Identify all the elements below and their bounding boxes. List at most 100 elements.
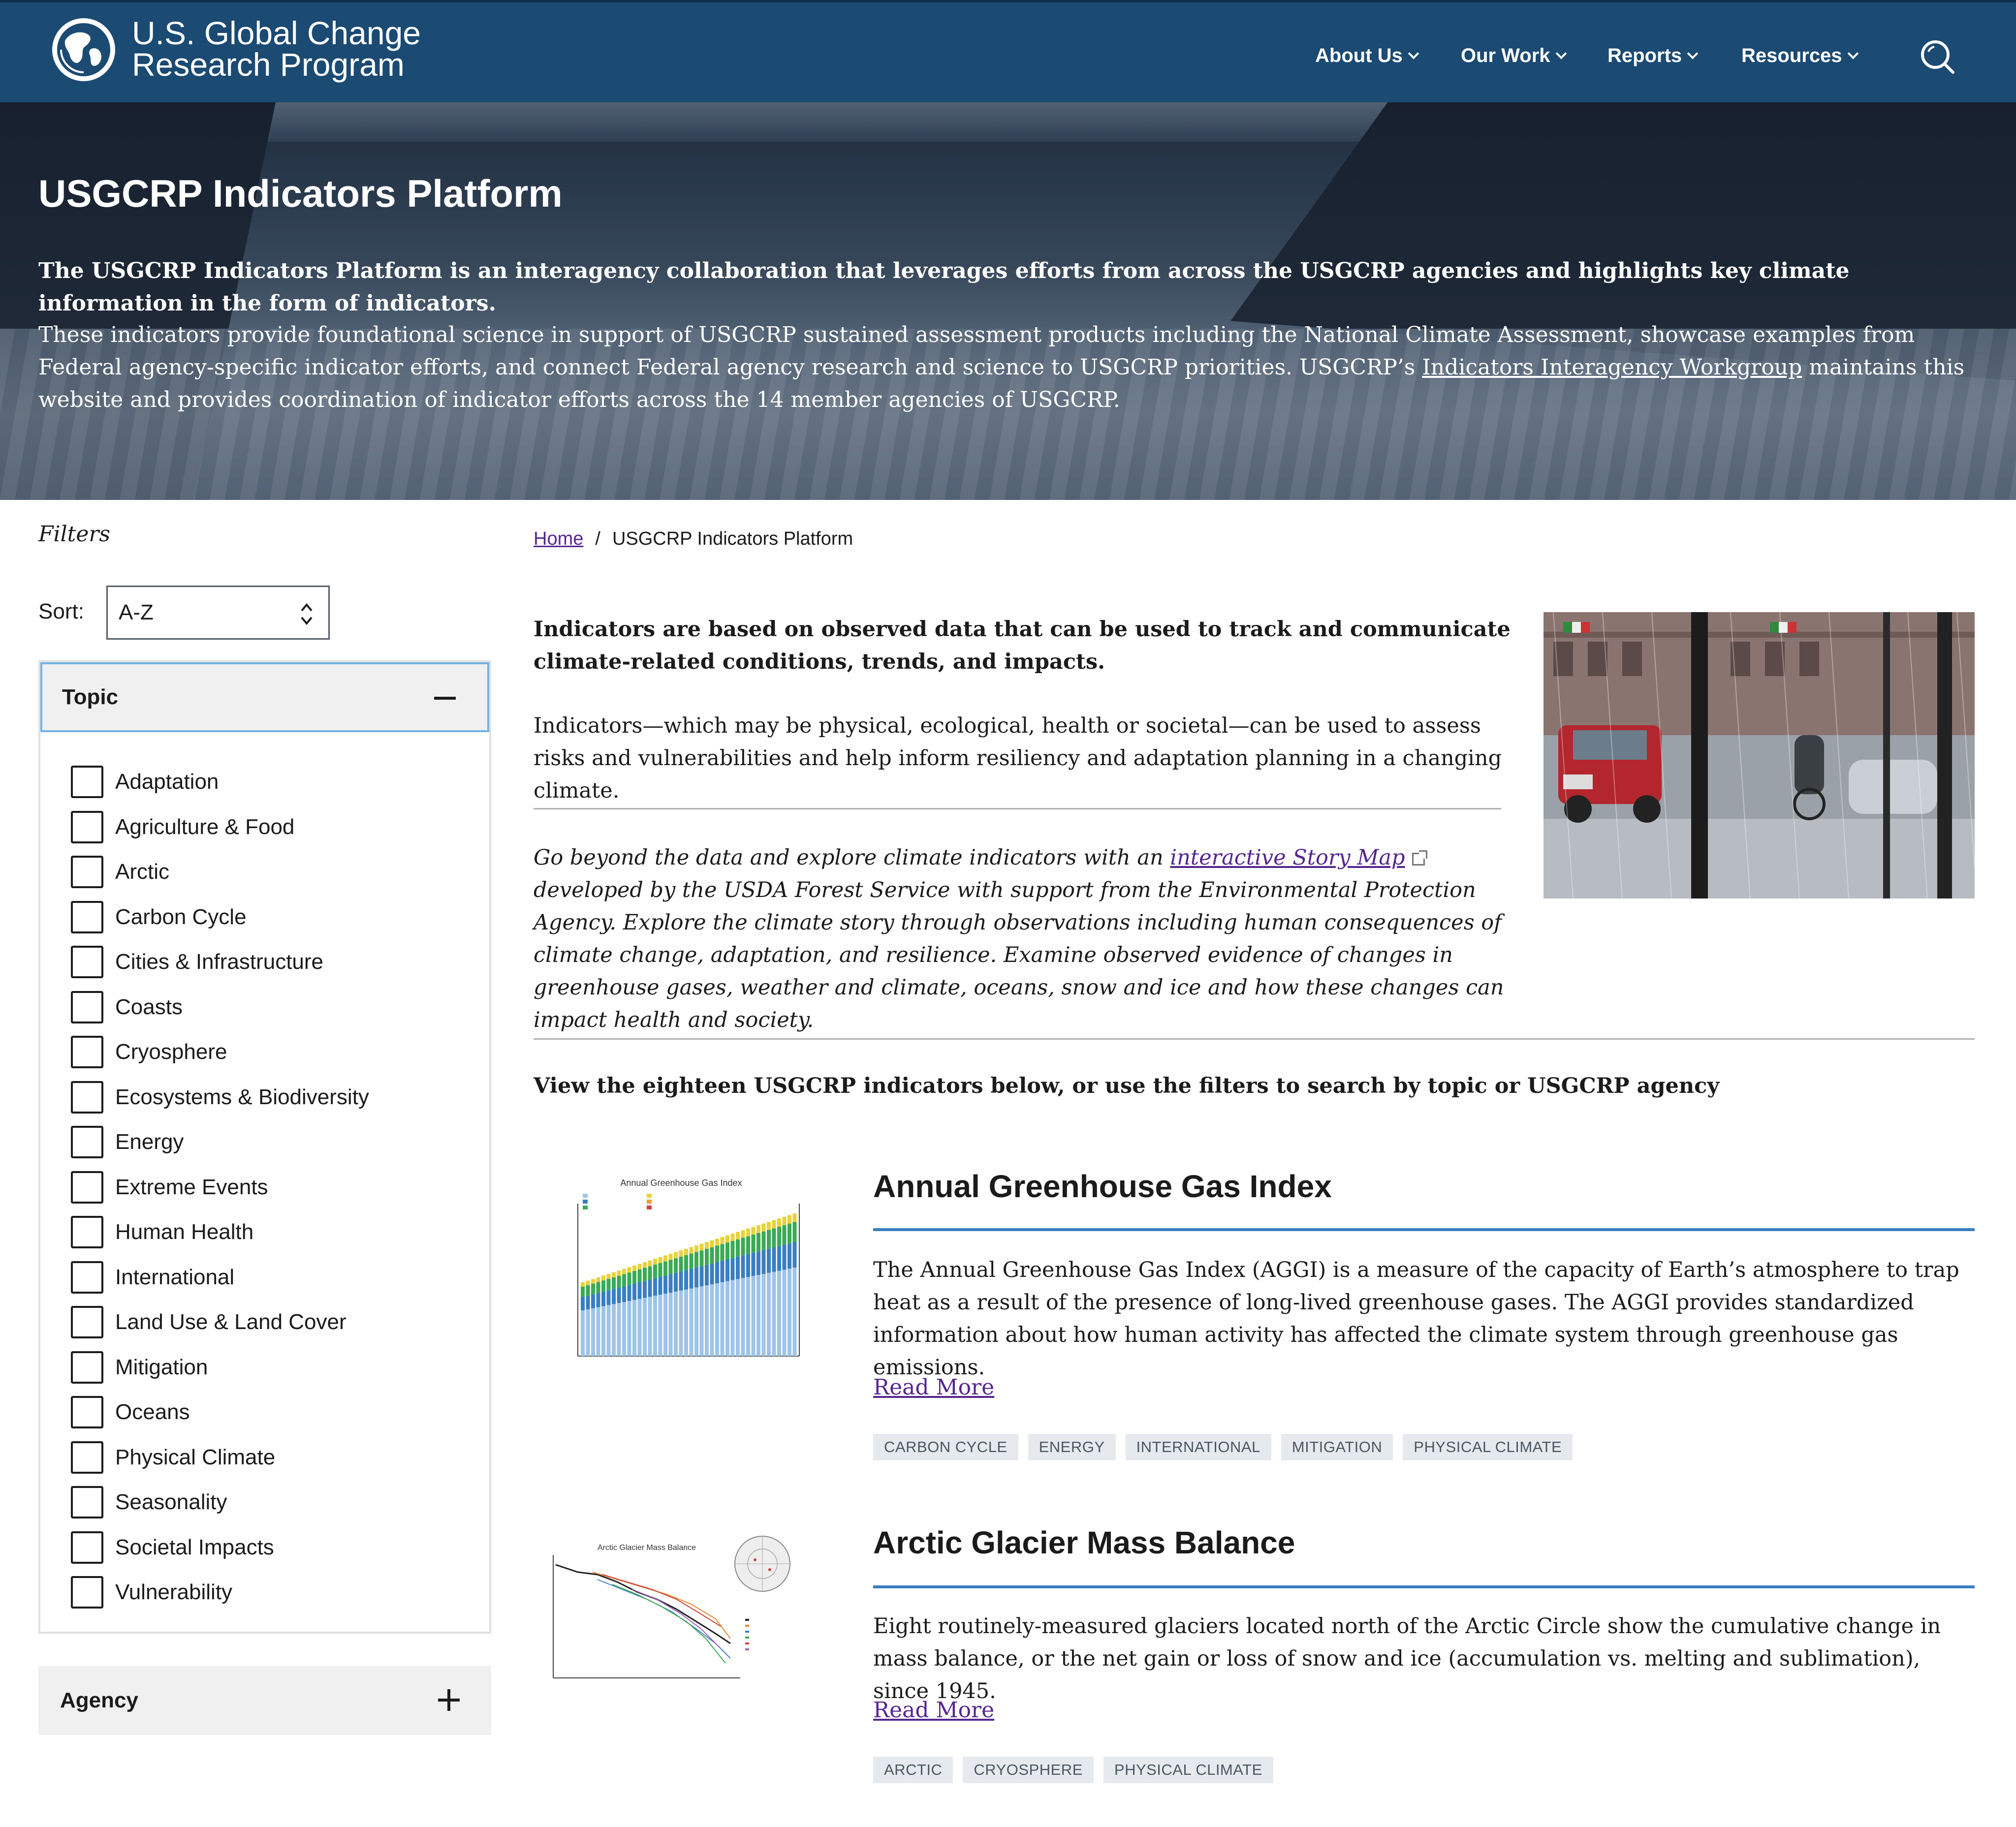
breadcrumb-current: USGCRP Indicators Platform (612, 528, 853, 549)
aggi-thumb-bar-segment (772, 1271, 776, 1356)
aggi-thumb-bar-segment (782, 1216, 787, 1225)
tag-international[interactable]: INTERNATIONAL (1125, 1434, 1271, 1460)
read-more-link-aggi[interactable]: Read More (873, 1375, 994, 1400)
aggi-thumb-bar-segment (612, 1272, 616, 1277)
topic-checkbox[interactable] (71, 1351, 103, 1384)
aggi-thumb-bar-segment (730, 1258, 735, 1280)
site-logo-text[interactable]: U.S. Global Change Research Program (132, 17, 421, 81)
aggi-thumb-bar-segment (689, 1288, 693, 1356)
topic-checkbox[interactable] (71, 991, 103, 1023)
card-title-arctic-glacier[interactable]: Arctic Glacier Mass Balance (873, 1524, 1295, 1561)
card-rule (873, 1585, 1975, 1588)
read-more-link-arctic-glacier[interactable]: Read More (873, 1698, 994, 1723)
tag-physical-climate[interactable]: PHYSICAL CLIMATE (1403, 1434, 1573, 1460)
story-map-text: Go beyond the data and explore climate i… (534, 841, 1513, 1036)
topic-filter-item[interactable]: International (71, 1261, 234, 1294)
aggi-thumb-bar-segment (643, 1281, 647, 1298)
glacier-chart-thumbnail[interactable]: Arctic Glacier Mass Balance (534, 1525, 829, 1732)
topic-filter-item[interactable]: Oceans (71, 1396, 190, 1428)
aggi-thumb-bar-segment (746, 1277, 750, 1356)
topic-checkbox[interactable] (71, 1261, 103, 1294)
topic-checkbox[interactable] (71, 1216, 103, 1248)
topic-filter-item[interactable]: Energy (71, 1126, 184, 1158)
aggi-thumb-bar-segment (627, 1301, 631, 1356)
breadcrumb: Home / USGCRP Indicators Platform (534, 528, 853, 550)
nav-about-us[interactable]: About Us (1315, 45, 1419, 67)
aggi-thumb-bar-segment (663, 1255, 667, 1262)
tag-mitigation[interactable]: MITIGATION (1281, 1434, 1393, 1460)
topic-checkbox[interactable] (71, 856, 103, 888)
aggi-thumb-bar-segment (601, 1280, 605, 1292)
aggi-thumb-bar-segment (622, 1269, 626, 1274)
tag-cryosphere[interactable]: CRYOSPHERE (963, 1757, 1094, 1783)
story-map-link[interactable]: interactive Story Map (1170, 845, 1405, 870)
topic-checkbox[interactable] (71, 1126, 103, 1158)
search-icon[interactable] (1920, 39, 1955, 74)
topic-filter-item[interactable]: Cryosphere (71, 1036, 227, 1068)
topic-checkbox[interactable] (71, 1441, 103, 1474)
topic-filter-item[interactable]: Seasonality (71, 1486, 227, 1518)
topic-checkbox[interactable] (71, 1486, 103, 1518)
aggi-thumb-bar-segment (756, 1251, 760, 1275)
topic-filter-item[interactable]: Vulnerability (71, 1576, 232, 1609)
topic-filter-item[interactable]: Ecosystems & Biodiversity (71, 1081, 369, 1114)
breadcrumb-home-link[interactable]: Home (534, 528, 583, 550)
topic-checkbox[interactable] (71, 1531, 103, 1564)
topic-checkbox[interactable] (71, 766, 103, 798)
topic-checkbox[interactable] (71, 1081, 103, 1114)
aggi-thumb-bar-segment (581, 1297, 585, 1310)
topic-checkbox[interactable] (71, 1171, 103, 1204)
topic-checkbox[interactable] (71, 1036, 103, 1068)
topic-filter-item[interactable]: Societal Impacts (71, 1531, 274, 1564)
topic-filter-item[interactable]: Adaptation (71, 766, 219, 798)
topic-filter-item[interactable]: Extreme Events (71, 1171, 268, 1204)
topic-checkbox[interactable] (71, 1306, 103, 1338)
nav-our-work[interactable]: Our Work (1461, 45, 1567, 67)
tag-carbon-cycle[interactable]: CARBON CYCLE (873, 1434, 1018, 1460)
aggi-thumb-bar-segment (756, 1275, 760, 1356)
aggi-thumb-bar-segment (777, 1218, 781, 1227)
aggi-thumb-bar-segment (720, 1237, 724, 1244)
topic-checkbox[interactable] (71, 1576, 103, 1609)
aggi-thumb-bar-segment (720, 1282, 724, 1356)
nav-label: Resources (1741, 45, 1842, 66)
topic-filter-item[interactable]: Coasts (71, 991, 183, 1023)
topic-filter-item[interactable]: Physical Climate (71, 1441, 275, 1474)
topic-filter-item[interactable]: Human Health (71, 1216, 253, 1248)
aggi-chart-thumbnail[interactable]: Annual Greenhouse Gas Index (534, 1169, 829, 1376)
aggi-thumb-bar-segment (751, 1276, 756, 1356)
aggi-thumb-bar-segment (668, 1253, 673, 1260)
site-header: U.S. Global Change Research Program Abou… (0, 0, 2016, 102)
topic-filter-item[interactable]: Mitigation (71, 1351, 208, 1384)
topic-checkbox-label: Arctic (115, 860, 169, 884)
aggi-thumb-bar-segment (699, 1250, 704, 1267)
topic-accordion-toggle[interactable]: Topic (40, 662, 489, 732)
topic-checkbox[interactable] (71, 810, 103, 843)
plus-icon-vertical (447, 1689, 450, 1711)
topic-checkbox[interactable] (71, 900, 103, 933)
topic-checkbox[interactable] (71, 1396, 103, 1428)
tag-arctic[interactable]: ARCTIC (873, 1757, 953, 1783)
tag-physical-climate[interactable]: PHYSICAL CLIMATE (1103, 1757, 1273, 1783)
topic-filter-item[interactable]: Land Use & Land Cover (71, 1306, 346, 1338)
nav-resources[interactable]: Resources (1741, 45, 1858, 67)
globe-logo-icon[interactable] (50, 16, 117, 83)
agency-accordion-toggle[interactable]: Agency (38, 1666, 491, 1735)
aggi-thumb-bar-segment (658, 1257, 662, 1263)
card-title-aggi[interactable]: Annual Greenhouse Gas Index (873, 1168, 1332, 1205)
topic-filter-item[interactable]: Carbon Cycle (71, 900, 247, 933)
aggi-thumb-bar-segment (596, 1293, 600, 1307)
sort-select[interactable]: A-Z (106, 586, 330, 640)
topic-filter-item[interactable]: Agriculture & Food (71, 810, 294, 843)
aggi-thumb-bar-segment (684, 1270, 688, 1290)
aggi-thumb-bar-segment (658, 1295, 662, 1356)
nav-reports[interactable]: Reports (1607, 45, 1699, 67)
topic-filter-item[interactable]: Cities & Infrastructure (71, 946, 323, 978)
tag-energy[interactable]: ENERGY (1028, 1434, 1116, 1460)
topic-filter-item[interactable]: Arctic (71, 856, 169, 888)
topic-checkbox[interactable] (71, 946, 103, 978)
aggi-thumb-bar-segment (668, 1293, 673, 1356)
workgroup-link[interactable]: Indicators Interagency Workgroup (1422, 355, 1802, 380)
aggi-thumb-bar-segment (674, 1252, 678, 1259)
hero-banner: USGCRP Indicators Platform The USGCRP In… (0, 102, 2016, 500)
